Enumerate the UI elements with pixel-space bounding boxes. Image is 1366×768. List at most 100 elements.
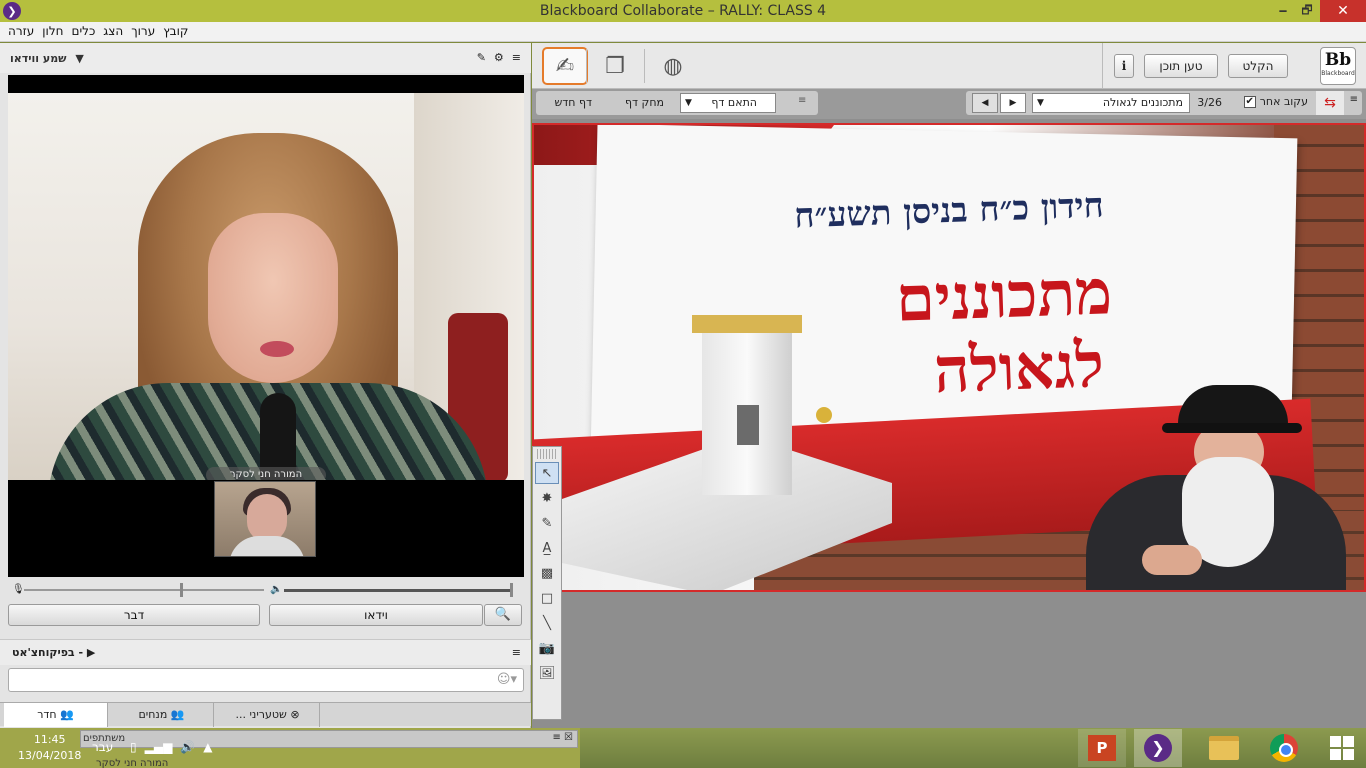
whiteboard-icon: ✍ xyxy=(555,53,575,79)
nav-menu-icon[interactable]: ≡ xyxy=(1350,94,1358,105)
users-icon: 👥 xyxy=(60,708,74,721)
thumb-face xyxy=(247,494,287,542)
settings-icon[interactable]: ⚙ xyxy=(494,51,504,64)
image-tool[interactable]: 🖼 xyxy=(535,662,559,684)
filled-rectangle-tool[interactable]: ▩ xyxy=(535,562,559,584)
mic-volume-slider[interactable] xyxy=(24,589,264,591)
volume-icon[interactable]: 🔊 xyxy=(180,740,195,754)
taskbar-collaborate[interactable]: ❯ xyxy=(1134,729,1182,767)
square-icon: □ xyxy=(540,590,554,606)
menu-view[interactable]: הצג xyxy=(103,24,123,38)
find-video-button[interactable]: 🔍 xyxy=(484,604,522,626)
select-tool[interactable]: ↖ xyxy=(535,462,559,484)
speaker-icon: 🔈 xyxy=(270,584,283,595)
info-button[interactable]: i xyxy=(1114,54,1134,78)
left-panel: ▼ שמע ווידאו ✎ ⚙ ≡ המורה חני לסקר 🎙 🔈 דב… xyxy=(0,43,531,728)
network-icon[interactable]: ▂▄▆ xyxy=(145,740,173,754)
temple-image xyxy=(562,315,892,590)
close-tab-icon[interactable]: ⊗ xyxy=(290,708,299,721)
taskbar-powerpoint[interactable]: P xyxy=(1078,729,1126,767)
blackboard-logo: Bb Blackboard xyxy=(1320,47,1356,85)
thumbnail-video-feed[interactable] xyxy=(214,481,316,557)
panel-menu-icon[interactable]: ≡ xyxy=(512,51,521,64)
participant-name[interactable]: המורה חני לסקר xyxy=(96,758,168,768)
screenshot-tool[interactable]: 📷 xyxy=(535,637,559,659)
temple-roof xyxy=(692,315,802,333)
pointer-icon: ↖ xyxy=(541,465,553,481)
system-clock[interactable]: 11:45 13/04/2018 xyxy=(18,732,81,764)
previous-page-button[interactable]: ◀ xyxy=(972,93,998,113)
menu-window[interactable]: חלון xyxy=(42,24,63,38)
title-bar: ❯ Blackboard Collaborate – RALLY: CLASS … xyxy=(0,0,1366,22)
menu-file[interactable]: קובץ xyxy=(163,24,188,38)
chat-menu-icon[interactable]: ≡ xyxy=(512,646,521,659)
participants-controls[interactable]: ≡ ☒ xyxy=(552,732,573,743)
audio-video-title[interactable]: ▼ שמע ווידאו xyxy=(10,52,84,65)
content-area: ✍ ❐ ◍ i טען תוכן הקלט Bb Blackboard דף ח… xyxy=(532,43,1366,728)
minimize-button[interactable]: 🗕 xyxy=(1270,0,1296,22)
pen-tool[interactable]: ✎ xyxy=(535,512,559,534)
line-icon: ╲ xyxy=(543,615,551,631)
emoticon-icon[interactable]: ☺▾ xyxy=(497,672,517,687)
presenter-lips xyxy=(260,341,294,357)
clear-page-button[interactable]: מחק דף xyxy=(616,93,664,113)
talk-button[interactable]: דבר xyxy=(8,604,260,626)
follow-checkbox[interactable]: ✔ xyxy=(1243,95,1256,108)
record-button[interactable]: הקלט xyxy=(1228,54,1288,78)
laser-icon: ✸ xyxy=(541,490,553,506)
taskbar-file-explorer[interactable] xyxy=(1200,729,1248,767)
sync-view-button[interactable]: ⇆ xyxy=(1316,91,1344,115)
app-share-mode-button[interactable]: ❐ xyxy=(592,47,638,85)
chat-title[interactable]: ▶ - בפיקוחצ'אט xyxy=(12,646,95,659)
rabbi-hand xyxy=(1142,545,1202,575)
menu-tools[interactable]: כלים xyxy=(71,24,95,38)
menu-edit[interactable]: ערוך xyxy=(131,24,155,38)
mic-volume-handle[interactable] xyxy=(180,583,183,597)
speaker-volume-handle[interactable] xyxy=(510,583,513,597)
mic-icon: 🎙 xyxy=(12,584,25,595)
tab-room-label: חדר xyxy=(37,708,57,721)
close-button[interactable]: ✕ xyxy=(1320,0,1366,22)
battery-icon[interactable]: ▯ xyxy=(130,740,137,754)
rectangle-tool[interactable]: □ xyxy=(535,587,559,609)
menu-help[interactable]: עזרה xyxy=(8,24,34,38)
pen-icon: ✎ xyxy=(541,515,553,531)
audio-video-title-text: שמע ווידאו xyxy=(10,51,67,65)
tab-private-chat[interactable]: ⊗ שטעריני ... xyxy=(216,703,320,727)
start-button[interactable] xyxy=(1318,729,1366,767)
web-tour-mode-button[interactable]: ◍ xyxy=(650,47,696,85)
users-icon: 👥 xyxy=(170,708,185,721)
follow-presenter[interactable]: עקוב אחר ✔ xyxy=(1243,95,1308,108)
whiteboard-mode-button[interactable]: ✍ xyxy=(542,47,588,85)
maximize-button[interactable]: 🗗 xyxy=(1294,0,1320,22)
tab-room[interactable]: 👥 חדר xyxy=(4,703,108,727)
new-page-button[interactable]: דף חדש xyxy=(544,93,592,113)
taskbar-chrome[interactable] xyxy=(1260,729,1308,767)
language-indicator[interactable]: עבר xyxy=(92,740,113,754)
page-menu-icon[interactable]: ≡ xyxy=(798,95,806,106)
logo-mark: Bb xyxy=(1324,50,1352,70)
load-content-button[interactable]: טען תוכן xyxy=(1144,54,1218,78)
powerpoint-icon: P xyxy=(1088,735,1116,761)
page-toolbar: דף חדש מחק דף ▼ התאם דף ≡ ≡ ⇆ עקוב אחר ✔… xyxy=(532,89,1366,119)
collapse-caret-icon[interactable]: ▼ xyxy=(75,52,83,65)
line-tool[interactable]: ╲ xyxy=(535,612,559,634)
chat-input[interactable]: ☺▾ xyxy=(8,668,524,692)
magnifier-icon: 🔍 xyxy=(494,607,512,622)
speaker-volume-slider[interactable] xyxy=(284,589,510,592)
edit-icon[interactable]: ✎ xyxy=(477,51,486,64)
palette-grip[interactable] xyxy=(537,449,557,459)
video-button[interactable]: וידאו xyxy=(269,604,483,626)
whiteboard-slide[interactable]: חידון כ״ח בניסן תשע״ח מתכוננים לגאולה xyxy=(532,123,1366,592)
fit-page-select[interactable]: ▼ התאם דף xyxy=(680,93,776,113)
tray-expand-icon[interactable]: ▲ xyxy=(203,740,212,754)
laser-pointer-tool[interactable]: ✸ xyxy=(535,487,559,509)
tab-moderators[interactable]: 👥 מנחים xyxy=(110,703,214,727)
whiteboard-page-controls: דף חדש מחק דף ▼ התאם דף ≡ xyxy=(536,91,818,115)
chevron-down-icon: ▼ xyxy=(685,98,692,108)
page-select[interactable]: ▼ מתכוננים לגאולה xyxy=(1032,93,1190,113)
expand-caret-icon[interactable]: ▶ xyxy=(87,646,95,659)
next-page-button[interactable]: ▶ xyxy=(1000,93,1026,113)
follow-label: עקוב אחר xyxy=(1259,95,1308,108)
text-tool[interactable]: A̲ xyxy=(535,537,559,559)
